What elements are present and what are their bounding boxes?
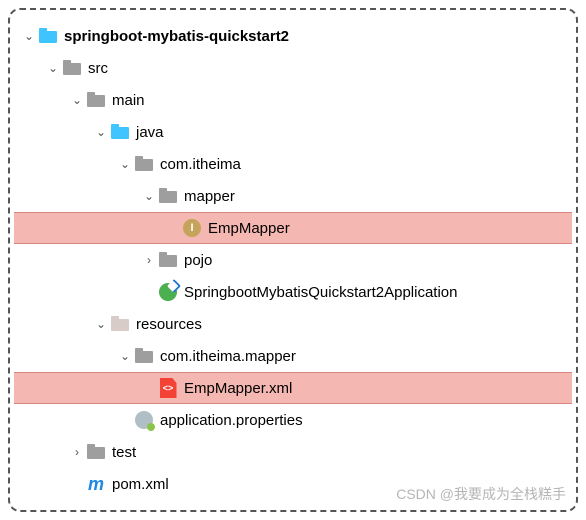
package-folder-icon [158,186,178,206]
folder-icon [134,346,154,366]
tree-row-test[interactable]: › test [14,436,572,468]
chevron-right-icon[interactable]: › [140,253,158,267]
tree-row-app-class[interactable]: › SpringbootMybatisQuickstart2Applicatio… [14,276,572,308]
node-label: src [88,60,108,77]
node-label: java [136,124,164,141]
resources-folder-icon [110,314,130,334]
chevron-down-icon[interactable]: ⌄ [116,349,134,363]
node-label: test [112,444,136,461]
module-folder-icon [38,26,58,46]
tree-row-app-props[interactable]: › application.properties [14,404,572,436]
tree-row-emp-mapper[interactable]: › I EmpMapper [14,212,572,244]
node-label: application.properties [160,412,303,429]
chevron-down-icon[interactable]: ⌄ [92,125,110,139]
source-folder-icon [110,122,130,142]
node-label: pom.xml [112,476,169,493]
xml-file-icon: <> [158,378,178,398]
tree-row-main[interactable]: ⌄ main [14,84,572,116]
tree-row-pom[interactable]: › m pom.xml [14,468,572,500]
folder-icon [86,90,106,110]
package-folder-icon [134,154,154,174]
properties-file-icon [134,410,154,430]
node-label: com.itheima.mapper [160,348,296,365]
package-folder-icon [158,250,178,270]
tree-row-mapper-pkg[interactable]: ⌄ mapper [14,180,572,212]
tree-row-emp-mapper-xml[interactable]: › <> EmpMapper.xml [14,372,572,404]
chevron-down-icon[interactable]: ⌄ [140,189,158,203]
spring-boot-app-icon [158,282,178,302]
tree-row-resources[interactable]: ⌄ resources [14,308,572,340]
node-label: SpringbootMybatisQuickstart2Application [184,284,457,301]
interface-icon: I [182,218,202,238]
chevron-right-icon[interactable]: › [68,445,86,459]
chevron-down-icon[interactable]: ⌄ [92,317,110,331]
chevron-down-icon[interactable]: ⌄ [68,93,86,107]
tree-row-package-itheima[interactable]: ⌄ com.itheima [14,148,572,180]
folder-icon [86,442,106,462]
folder-icon [62,58,82,78]
tree-row-root[interactable]: ⌄ springboot-mybatis-quickstart2 [14,20,572,52]
node-label: EmpMapper [208,220,290,237]
node-label: com.itheima [160,156,241,173]
chevron-down-icon[interactable]: ⌄ [116,157,134,171]
tree-row-src[interactable]: ⌄ src [14,52,572,84]
node-label: resources [136,316,202,333]
chevron-down-icon[interactable]: ⌄ [20,29,38,43]
maven-icon: m [86,474,106,494]
node-label: EmpMapper.xml [184,380,292,397]
tree-row-res-package[interactable]: ⌄ com.itheima.mapper [14,340,572,372]
tree-row-pojo[interactable]: › pojo [14,244,572,276]
node-label: mapper [184,188,235,205]
node-label: pojo [184,252,212,269]
node-label: springboot-mybatis-quickstart2 [64,28,289,45]
chevron-down-icon[interactable]: ⌄ [44,61,62,75]
node-label: main [112,92,145,109]
tree-row-java[interactable]: ⌄ java [14,116,572,148]
